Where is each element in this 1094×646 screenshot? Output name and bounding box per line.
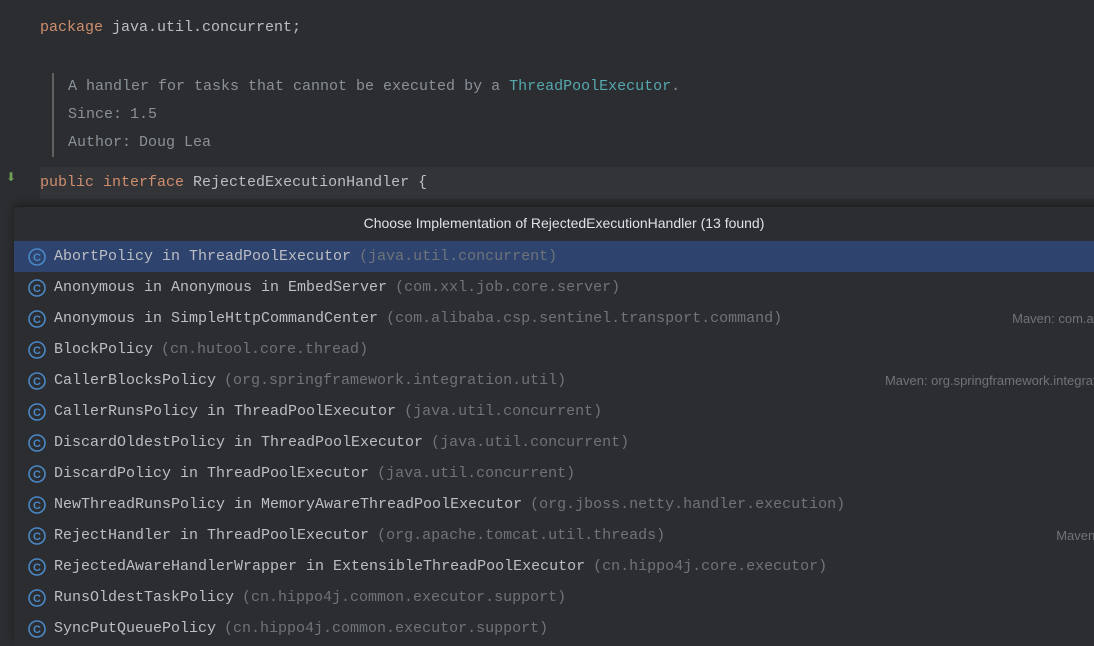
implementation-item[interactable]: C CallerRunsPolicy in ThreadPoolExecutor (… xyxy=(14,396,1094,427)
svg-text:C: C xyxy=(33,469,41,481)
impl-name: Anonymous in SimpleHttpCommandCenter xyxy=(54,305,378,332)
impl-package: (java.util.concurrent) xyxy=(431,429,629,456)
class-icon: C xyxy=(28,589,46,607)
svg-text:C: C xyxy=(33,314,41,326)
impl-name: RunsOldestTaskPolicy xyxy=(54,584,234,611)
interface-declaration: public interface RejectedExecutionHandle… xyxy=(40,167,1094,199)
class-icon: C xyxy=(28,496,46,514)
class-icon: C xyxy=(28,558,46,576)
impl-package: (org.jboss.netty.handler.execution) xyxy=(530,491,845,518)
implementation-item[interactable]: C NewThreadRunsPolicy in MemoryAwareThrea… xyxy=(14,489,1094,520)
svg-text:C: C xyxy=(33,531,41,543)
impl-package: (org.apache.tomcat.util.threads) xyxy=(377,522,665,549)
impl-name: DiscardOldestPolicy in ThreadPoolExecuto… xyxy=(54,429,423,456)
impl-package: (cn.hippo4j.core.executor) xyxy=(593,553,827,580)
javadoc-author: Author: Doug Lea xyxy=(68,129,1094,157)
class-icon: C xyxy=(28,434,46,452)
interface-name: RejectedExecutionHandler { xyxy=(184,174,427,191)
implementation-popup: Choose Implementation of RejectedExecuti… xyxy=(14,206,1094,646)
implementation-item[interactable]: C RunsOldestTaskPolicy (cn.hippo4j.common.… xyxy=(14,582,1094,613)
implementation-item[interactable]: C DiscardOldestPolicy in ThreadPoolExecut… xyxy=(14,427,1094,458)
implementation-item[interactable]: C DiscardPolicy in ThreadPoolExecutor (jav… xyxy=(14,458,1094,489)
implementation-item[interactable]: C CallerBlocksPolicy (org.springframework.… xyxy=(14,365,1094,396)
package-keyword: package xyxy=(40,19,103,36)
impl-package: (cn.hutool.core.thread) xyxy=(161,336,368,363)
svg-text:C: C xyxy=(33,345,41,357)
interface-keyword: interface xyxy=(103,174,184,191)
implementation-item[interactable]: C RejectedAwareHandlerWrapper in Extensib… xyxy=(14,551,1094,582)
javadoc-block: A handler for tasks that cannot be execu… xyxy=(52,73,1094,157)
impl-package: (org.springframework.integration.util) xyxy=(224,367,566,394)
since-label: Since: xyxy=(68,106,122,123)
impl-name: NewThreadRunsPolicy in MemoryAwareThread… xyxy=(54,491,522,518)
impl-name: DiscardPolicy in ThreadPoolExecutor xyxy=(54,460,369,487)
class-icon: C xyxy=(28,620,46,638)
javadoc-desc-text: A handler for tasks that cannot be execu… xyxy=(68,78,509,95)
javadoc-since: Since: 1.5 xyxy=(68,101,1094,129)
impl-package: (cn.hippo4j.common.executor.support) xyxy=(224,615,548,642)
impl-package: (java.util.concurrent) xyxy=(404,398,602,425)
class-icon: C xyxy=(28,372,46,390)
author-value: Doug Lea xyxy=(139,134,211,151)
class-icon: C xyxy=(28,465,46,483)
impl-gutter-icon[interactable]: ⬇ xyxy=(6,170,16,185)
svg-text:C: C xyxy=(33,500,41,512)
impl-name: Anonymous in Anonymous in EmbedServer xyxy=(54,274,387,301)
svg-text:C: C xyxy=(33,624,41,636)
implementation-list[interactable]: C AbortPolicy in ThreadPoolExecutor (java.… xyxy=(14,239,1094,646)
impl-maven: Maven: org.springframework.integration xyxy=(885,367,1094,394)
svg-text:C: C xyxy=(33,283,41,295)
impl-package: (cn.hippo4j.common.executor.support) xyxy=(242,584,566,611)
svg-text:C: C xyxy=(33,593,41,605)
package-line: package java.util.concurrent; xyxy=(40,15,1094,41)
javadoc-description: A handler for tasks that cannot be execu… xyxy=(68,73,1094,101)
impl-name: CallerBlocksPolicy xyxy=(54,367,216,394)
impl-name: CallerRunsPolicy in ThreadPoolExecutor xyxy=(54,398,396,425)
impl-maven: Maven: com.aliba xyxy=(1012,305,1094,332)
impl-maven: Maven: or xyxy=(1056,522,1094,549)
svg-text:C: C xyxy=(33,252,41,264)
impl-package: (com.alibaba.csp.sentinel.transport.comm… xyxy=(386,305,782,332)
impl-package: (java.util.concurrent) xyxy=(377,460,575,487)
implementation-item[interactable]: C BlockPolicy (cn.hutool.core.thread) xyxy=(14,334,1094,365)
javadoc-link[interactable]: ThreadPoolExecutor xyxy=(509,78,671,95)
impl-name: SyncPutQueuePolicy xyxy=(54,615,216,642)
impl-package: (java.util.concurrent) xyxy=(359,243,557,270)
implementation-item[interactable]: C Anonymous in SimpleHttpCommandCenter (co… xyxy=(14,303,1094,334)
class-icon: C xyxy=(28,248,46,266)
class-icon: C xyxy=(28,310,46,328)
implementation-item[interactable]: C AbortPolicy in ThreadPoolExecutor (java.… xyxy=(14,241,1094,272)
svg-text:C: C xyxy=(33,562,41,574)
public-keyword: public xyxy=(40,174,94,191)
package-path: java.util.concurrent; xyxy=(103,19,301,36)
popup-title: Choose Implementation of RejectedExecuti… xyxy=(14,207,1094,239)
class-icon: C xyxy=(28,527,46,545)
impl-package: (com.xxl.job.core.server) xyxy=(395,274,620,301)
class-icon: C xyxy=(28,341,46,359)
class-icon: C xyxy=(28,279,46,297)
implementation-item[interactable]: C Anonymous in Anonymous in EmbedServer (c… xyxy=(14,272,1094,303)
svg-text:C: C xyxy=(33,438,41,450)
impl-name: AbortPolicy in ThreadPoolExecutor xyxy=(54,243,351,270)
impl-name: BlockPolicy xyxy=(54,336,153,363)
impl-name: RejectHandler in ThreadPoolExecutor xyxy=(54,522,369,549)
javadoc-desc-suffix: . xyxy=(671,78,680,95)
since-value: 1.5 xyxy=(130,106,157,123)
author-label: Author: xyxy=(68,134,131,151)
code-editor[interactable]: package java.util.concurrent; A handler … xyxy=(0,0,1094,199)
svg-text:C: C xyxy=(33,376,41,388)
impl-name: RejectedAwareHandlerWrapper in Extensibl… xyxy=(54,553,585,580)
svg-text:C: C xyxy=(33,407,41,419)
implementation-item[interactable]: C RejectHandler in ThreadPoolExecutor (org… xyxy=(14,520,1094,551)
class-icon: C xyxy=(28,403,46,421)
